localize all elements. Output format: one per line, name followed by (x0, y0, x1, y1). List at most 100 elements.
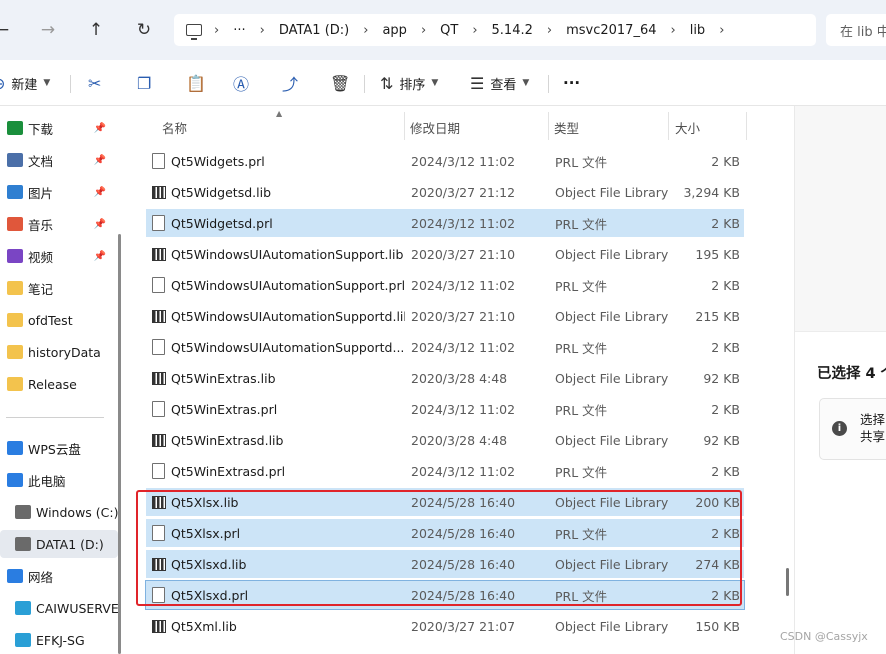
breadcrumb-lib[interactable]: lib (682, 23, 713, 38)
details-pane: 已选择 4 个 i 选择 共享 (794, 106, 886, 654)
forward-button[interactable]: → (32, 14, 64, 46)
cut-button[interactable]: ✂ (88, 68, 101, 98)
file-row[interactable]: Qt5WindowsUIAutomationSupportd.... 2024/3… (146, 333, 744, 361)
chevron-right-icon[interactable]: › (466, 23, 483, 38)
this-pc-icon[interactable] (186, 24, 202, 40)
copy-icon: ❐ (137, 73, 152, 93)
plus-circle-icon: ⊕ (0, 74, 5, 93)
sidebar-location[interactable]: 此电脑 (0, 466, 118, 494)
file-row[interactable]: Qt5Widgetsd.prl 2024/3/12 11:02 PRL 文件 2 KB (146, 209, 744, 237)
chevron-right-icon[interactable]: › (415, 23, 432, 38)
chevron-right-icon[interactable]: › (254, 23, 271, 38)
chevron-down-icon: ▼ (431, 78, 439, 88)
library-file-icon (152, 620, 166, 633)
file-row[interactable]: Qt5WinExtrasd.prl 2024/3/12 11:02 PRL 文件 2 … (146, 457, 744, 485)
pin-icon[interactable]: 📌 (94, 155, 106, 166)
sidebar-item[interactable]: Release (0, 370, 118, 398)
file-size: 2 KB (711, 463, 740, 479)
file-row[interactable]: Qt5Xml.lib 2020/3/27 21:07 Object File Lib… (146, 612, 744, 640)
column-header-type[interactable]: 类型 (554, 112, 579, 142)
breadcrumb-msvc[interactable]: msvc2017_64 (558, 23, 664, 38)
pin-icon[interactable]: 📌 (94, 251, 106, 262)
up-button[interactable]: ↑ (80, 14, 112, 46)
sidebar-location[interactable]: WPS云盘 (0, 434, 118, 462)
sidebar-item[interactable]: 音乐 📌 (0, 210, 118, 238)
back-button[interactable]: ← (0, 14, 18, 46)
file-row[interactable]: Qt5WinExtras.prl 2024/3/12 11:02 PRL 文件 2 K… (146, 395, 744, 423)
file-row[interactable]: Qt5WindowsUIAutomationSupport.lib 2020/3/… (146, 240, 744, 268)
breadcrumb-version[interactable]: 5.14.2 (484, 23, 541, 38)
new-button[interactable]: ⊕ 新建 ▼ (0, 68, 50, 98)
file-row[interactable]: Qt5WinExtras.lib 2020/3/28 4:48 Object Fil… (146, 364, 744, 392)
file-row[interactable]: Qt5WindowsUIAutomationSupport.prl 2024/3/… (146, 271, 744, 299)
file-row[interactable]: Qt5Widgets.prl 2024/3/12 11:02 PRL 文件 2 KB (146, 147, 744, 175)
file-list-scrollbar[interactable] (786, 568, 789, 596)
clipboard-icon: 📋 (186, 73, 206, 93)
chevron-right-icon[interactable]: › (713, 23, 730, 38)
column-divider[interactable] (746, 112, 747, 140)
sidebar-scrollbar[interactable] (118, 234, 121, 654)
breadcrumb-app[interactable]: app (374, 23, 414, 38)
breadcrumb-drive[interactable]: DATA1 (D:) (271, 23, 357, 38)
column-divider[interactable] (668, 112, 669, 140)
file-name: Qt5Xml.lib (171, 618, 237, 634)
file-size: 3,294 KB (683, 184, 740, 200)
file-date: 2020/3/27 21:10 (411, 246, 516, 262)
breadcrumb-overflow[interactable]: ··· (225, 23, 253, 38)
breadcrumb-qt[interactable]: QT (432, 23, 466, 38)
pin-icon[interactable]: 📌 (94, 219, 106, 230)
chevron-right-icon[interactable]: › (541, 23, 558, 38)
refresh-button[interactable]: ↻ (128, 14, 160, 46)
search-input[interactable]: 在 lib 中 (826, 14, 886, 46)
view-button-label: 查看 (490, 77, 517, 93)
column-header-size[interactable]: 大小 (675, 112, 700, 142)
sidebar-location[interactable]: EFKJ-SG (0, 626, 118, 654)
sidebar-location[interactable]: CAIWUSERVER (0, 594, 118, 622)
column-divider[interactable] (548, 112, 549, 140)
chevron-right-icon[interactable]: › (357, 23, 374, 38)
library-file-icon (152, 310, 166, 323)
sidebar-location-label: 此电脑 (28, 473, 66, 489)
file-row[interactable]: Qt5WinExtrasd.lib 2020/3/28 4:48 Object Fi… (146, 426, 744, 454)
file-row[interactable]: Qt5Widgetsd.lib 2020/3/27 21:12 Object Fil… (146, 178, 744, 206)
file-type: Object File Library (555, 184, 669, 200)
copy-button[interactable]: ❐ (137, 68, 151, 98)
rename-button[interactable]: Ⓐ (233, 68, 249, 98)
pin-icon[interactable]: 📌 (94, 123, 106, 134)
sort-button-label: 排序 (399, 77, 426, 93)
sidebar-location[interactable]: DATA1 (D:) (0, 530, 118, 558)
share-icon: ⤴ (282, 75, 299, 94)
file-date: 2024/3/12 11:02 (411, 463, 516, 479)
sidebar-location[interactable]: 网络 (0, 562, 118, 590)
column-header-name[interactable]: 名称 (162, 112, 187, 142)
more-options-button[interactable]: ··· (563, 68, 580, 98)
sidebar-item[interactable]: 笔记 (0, 274, 118, 302)
document-file-icon (152, 463, 165, 479)
sidebar-item-label: 笔记 (28, 281, 54, 297)
column-header-date[interactable]: 修改日期 (410, 112, 460, 142)
file-name: Qt5WinExtrasd.prl (171, 463, 286, 479)
chevron-right-icon[interactable]: › (665, 23, 682, 38)
pin-icon[interactable]: 📌 (94, 187, 106, 198)
arrow-up-icon: ↑ (88, 20, 104, 40)
file-row[interactable]: Qt5WindowsUIAutomationSupportd.lib 2020/3… (146, 302, 744, 330)
share-button[interactable]: ⤴ (282, 68, 298, 98)
sidebar-item[interactable]: ofdTest (0, 306, 118, 334)
folder-icon (7, 313, 23, 327)
sidebar-item[interactable]: historyData (0, 338, 118, 366)
sidebar-item[interactable]: 文档 📌 (0, 146, 118, 174)
view-button[interactable]: ☰ 查看 ▼ (470, 68, 529, 98)
sidebar-item[interactable]: 下载 📌 (0, 114, 118, 142)
command-bar: ⊕ 新建 ▼ ✂ ❐ 📋 Ⓐ ⤴ 🗑 ⇅ 排序 ▼ ☰ 查看 ▼ ··· (0, 60, 886, 106)
sort-button[interactable]: ⇅ 排序 ▼ (380, 68, 438, 98)
address-bar[interactable]: › ··· › DATA1 (D:) › app › QT › 5.14.2 ›… (174, 14, 816, 46)
sidebar-item[interactable]: 图片 📌 (0, 178, 118, 206)
sidebar-location-label: DATA1 (D:) (36, 536, 104, 552)
column-divider[interactable] (404, 112, 405, 140)
info-card: i 选择 共享 (819, 398, 886, 460)
sidebar-item[interactable]: 视频 📌 (0, 242, 118, 270)
delete-button[interactable]: 🗑 (330, 68, 350, 98)
sidebar-location[interactable]: Windows (C:) (0, 498, 118, 526)
paste-button[interactable]: 📋 (186, 68, 206, 98)
chevron-right-icon[interactable]: › (208, 23, 225, 38)
